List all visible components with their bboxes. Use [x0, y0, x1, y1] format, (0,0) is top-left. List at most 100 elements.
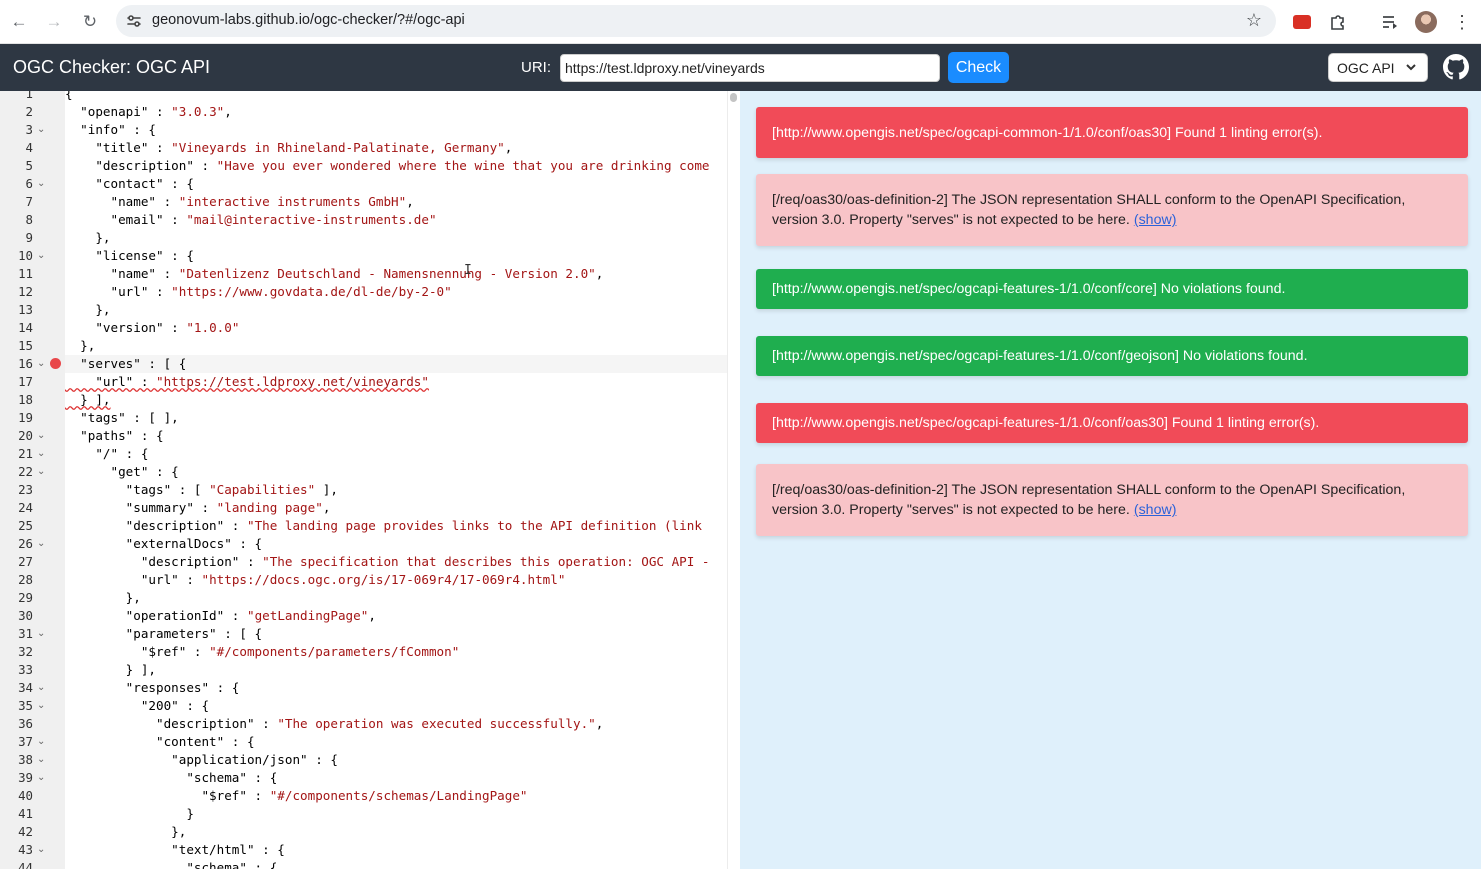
fold-chevron-icon[interactable]: ⌄ [37, 769, 45, 787]
line-number: 42 [18, 824, 33, 839]
code-line[interactable]: "description" : "The operation was execu… [65, 715, 727, 733]
code-line[interactable]: { [65, 91, 727, 103]
code-line[interactable]: "paths" : { [65, 427, 727, 445]
code-line[interactable]: "get" : { [65, 463, 727, 481]
fold-chevron-icon[interactable]: ⌄ [37, 697, 45, 715]
result-text: [/req/oas30/oas-definition-2] The JSON r… [772, 482, 1406, 518]
code-line[interactable]: "description" : "The specification that … [65, 553, 727, 571]
check-button[interactable]: Check [948, 52, 1009, 83]
reload-icon[interactable]: ↻ [76, 8, 104, 36]
error-marker-icon[interactable] [50, 358, 61, 369]
line-number: 22 [18, 464, 33, 479]
extension-icon[interactable] [1290, 10, 1314, 34]
fold-chevron-icon[interactable]: ⌄ [37, 679, 45, 697]
code-line[interactable]: "tags" : [ ], [65, 409, 727, 427]
line-number: 10 [18, 248, 33, 263]
fold-chevron-icon[interactable]: ⌄ [37, 841, 45, 859]
code-line[interactable]: "version" : "1.0.0" [65, 319, 727, 337]
more-menu-icon[interactable]: ⋮ [1450, 10, 1474, 34]
code-line[interactable]: "schema" : { [65, 769, 727, 787]
code-line[interactable]: "title" : "Vineyards in Rhineland-Palati… [65, 139, 727, 157]
line-number: 15 [18, 338, 33, 353]
code-line[interactable]: "externalDocs" : { [65, 535, 727, 553]
code-area[interactable]: { "openapi" : "3.0.3", "info" : { "title… [65, 91, 727, 869]
site-settings-icon[interactable] [124, 11, 144, 31]
code-line[interactable]: "schema" : { [65, 859, 727, 869]
code-line[interactable]: "/" : { [65, 445, 727, 463]
show-details-link[interactable]: (show) [1134, 502, 1177, 518]
star-icon[interactable]: ☆ [1246, 10, 1262, 31]
fold-chevron-icon[interactable]: ⌄ [37, 463, 45, 481]
code-line[interactable]: "200" : { [65, 697, 727, 715]
code-line[interactable]: "$ref" : "#/components/schemas/LandingPa… [65, 787, 727, 805]
address-bar[interactable]: geonovum-labs.github.io/ogc-checker/?#/o… [116, 5, 1276, 37]
code-line[interactable]: "license" : { [65, 247, 727, 265]
show-details-link[interactable]: (show) [1134, 212, 1177, 228]
forward-arrow-icon[interactable]: → [40, 8, 68, 36]
address-url[interactable]: geonovum-labs.github.io/ogc-checker/?#/o… [152, 12, 465, 28]
code-line[interactable]: "application/json" : { [65, 751, 727, 769]
code-line[interactable]: }, [65, 823, 727, 841]
code-line[interactable]: "parameters" : [ { [65, 625, 727, 643]
line-number: 6 [25, 176, 33, 191]
code-line[interactable]: "name" : "Datenlizenz Deutschland - Name… [65, 265, 727, 283]
uri-input[interactable] [560, 54, 940, 82]
code-line[interactable]: "info" : { [65, 121, 727, 139]
code-line[interactable]: "url" : "https://docs.ogc.org/is/17-069r… [65, 571, 727, 589]
code-line[interactable]: } ], [65, 391, 727, 409]
code-line[interactable]: "url" : "https://www.govdata.de/dl-de/by… [65, 283, 727, 301]
code-line[interactable]: "summary" : "landing page", [65, 499, 727, 517]
back-arrow-icon[interactable]: ← [5, 8, 33, 36]
json-editor[interactable]: 1 2 3 ⌄ 4 5 6 ⌄ 7 8 9 10 ⌄ 11 12 13 14 15 16 ⌄ 17 18 19 20 ⌄ 21 ⌄ 2… [0, 91, 740, 869]
chevron-down-icon [1406, 64, 1416, 71]
api-select-value: OGC API [1337, 59, 1395, 76]
code-line[interactable]: } ], [65, 661, 727, 679]
code-line[interactable]: "name" : "interactive instruments GmbH", [65, 193, 727, 211]
code-line[interactable]: "email" : "mail@interactive-instruments.… [65, 211, 727, 229]
code-line[interactable]: "serves" : [ { [65, 355, 727, 373]
puzzle-icon[interactable] [1326, 10, 1350, 34]
fold-chevron-icon[interactable]: ⌄ [37, 355, 45, 373]
fold-chevron-icon[interactable]: ⌄ [37, 625, 45, 643]
code-line[interactable]: "contact" : { [65, 175, 727, 193]
line-number: 35 [18, 698, 33, 713]
fold-chevron-icon[interactable]: ⌄ [37, 445, 45, 463]
line-number: 29 [18, 590, 33, 605]
code-line[interactable]: "responses" : { [65, 679, 727, 697]
code-line[interactable]: "url" : "https://test.ldproxy.net/vineya… [65, 373, 727, 391]
code-line[interactable]: "description" : "Have you ever wondered … [65, 157, 727, 175]
fold-chevron-icon[interactable]: ⌄ [37, 121, 45, 139]
editor-scrollbar[interactable] [727, 91, 740, 869]
code-line[interactable]: "description" : "The landing page provid… [65, 517, 727, 535]
code-line[interactable]: "tags" : [ "Capabilities" ], [65, 481, 727, 499]
line-number: 25 [18, 518, 33, 533]
fold-chevron-icon[interactable]: ⌄ [37, 175, 45, 193]
editor-scroll-thumb[interactable] [730, 93, 737, 102]
code-line[interactable]: "$ref" : "#/components/parameters/fCommo… [65, 643, 727, 661]
media-controls-icon[interactable] [1378, 10, 1402, 34]
code-line[interactable]: "openapi" : "3.0.3", [65, 103, 727, 121]
line-number: 40 [18, 788, 33, 803]
result-text: [http://www.opengis.net/spec/ogcapi-feat… [772, 348, 1308, 364]
result-text: [/req/oas30/oas-definition-2] The JSON r… [772, 192, 1406, 228]
code-line[interactable]: }, [65, 589, 727, 607]
github-icon[interactable] [1443, 54, 1469, 80]
code-line[interactable]: "content" : { [65, 733, 727, 751]
code-line[interactable]: }, [65, 337, 727, 355]
code-line[interactable]: } [65, 805, 727, 823]
fold-chevron-icon[interactable]: ⌄ [37, 427, 45, 445]
line-number: 34 [18, 680, 33, 695]
fold-chevron-icon[interactable]: ⌄ [37, 247, 45, 265]
fold-chevron-icon[interactable]: ⌄ [37, 733, 45, 751]
profile-avatar[interactable] [1414, 10, 1438, 34]
result-text: [http://www.opengis.net/spec/ogcapi-feat… [772, 415, 1320, 431]
fold-chevron-icon[interactable]: ⌄ [37, 751, 45, 769]
code-line[interactable]: }, [65, 229, 727, 247]
line-number: 41 [18, 806, 33, 821]
code-line[interactable]: "operationId" : "getLandingPage", [65, 607, 727, 625]
fold-chevron-icon[interactable]: ⌄ [37, 535, 45, 553]
code-line[interactable]: "text/html" : { [65, 841, 727, 859]
api-type-select[interactable]: OGC API [1328, 53, 1428, 82]
code-line[interactable]: }, [65, 301, 727, 319]
line-number: 4 [25, 140, 33, 155]
